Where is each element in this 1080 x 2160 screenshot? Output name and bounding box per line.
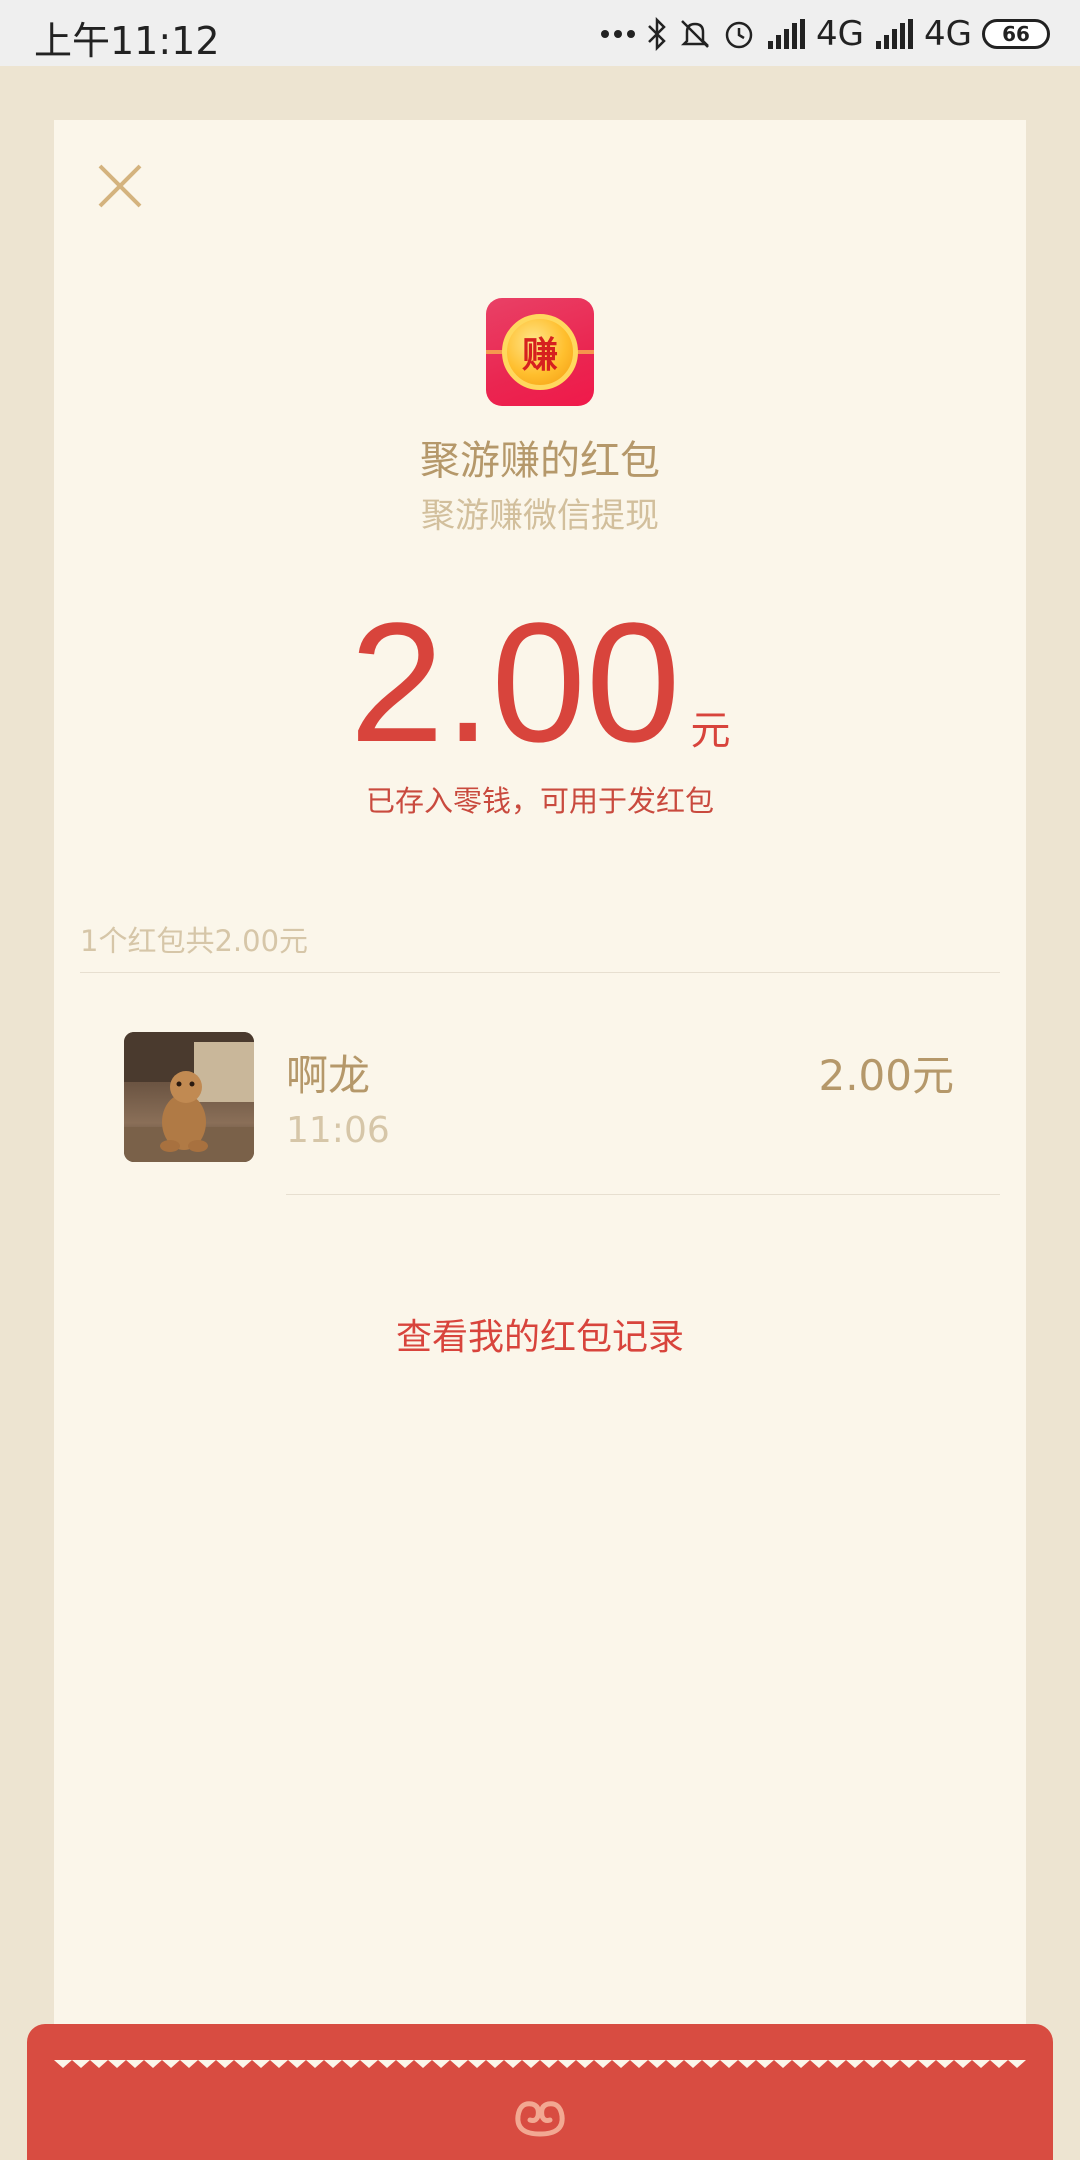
- mute-icon: [678, 17, 712, 51]
- status-time: 上午11:12: [34, 19, 220, 63]
- alarm-icon: [722, 17, 756, 51]
- close-icon[interactable]: [90, 156, 150, 216]
- red-packet-logo-icon: [515, 2101, 565, 2137]
- amount-display: 2.00 元: [54, 598, 1026, 768]
- red-packet-detail-card: 赚 聚游赚的红包 聚游赚微信提现 2.00 元 已存入零钱，可用于发红包 1个红…: [54, 120, 1026, 2110]
- network-label-1: 4G: [816, 14, 865, 54]
- network-label-2: 4G: [924, 14, 972, 54]
- bluetooth-icon: [646, 17, 668, 51]
- battery-icon: 66: [982, 19, 1050, 49]
- amount-value: 2.00: [349, 588, 681, 778]
- wallet-note: 已存入零钱，可用于发红包: [365, 784, 714, 818]
- close-button[interactable]: [90, 156, 150, 216]
- divider: [80, 972, 1000, 973]
- signal-icon: [874, 19, 914, 49]
- signal-icon: [766, 19, 806, 49]
- status-bar: 上午11:12 4G 4G 66: [0, 0, 1080, 66]
- bottom-red-band: [27, 2024, 1053, 2160]
- zigzag-edge: [54, 2060, 1026, 2074]
- recipient-name: 啊龙: [286, 1051, 371, 1100]
- app-logo-icon: 赚: [486, 298, 594, 406]
- sender-title: 聚游赚的红包: [420, 438, 660, 484]
- avatar-image: [124, 1032, 254, 1162]
- more-dots-icon: [600, 29, 636, 39]
- recipient-amount: 2.00元: [818, 1051, 954, 1100]
- packet-summary: 1个红包共2.00元: [80, 924, 309, 958]
- packet-message: 聚游赚微信提现: [421, 496, 659, 536]
- divider: [286, 1194, 1000, 1195]
- coin-icon: 赚: [502, 314, 578, 390]
- status-icons: 4G 4G 66: [600, 12, 1050, 56]
- avatar[interactable]: [124, 1032, 254, 1162]
- recipient-time: 11:06: [286, 1110, 390, 1151]
- amount-unit: 元: [690, 708, 731, 754]
- view-records-link[interactable]: 查看我的红包记录: [54, 1308, 1026, 1360]
